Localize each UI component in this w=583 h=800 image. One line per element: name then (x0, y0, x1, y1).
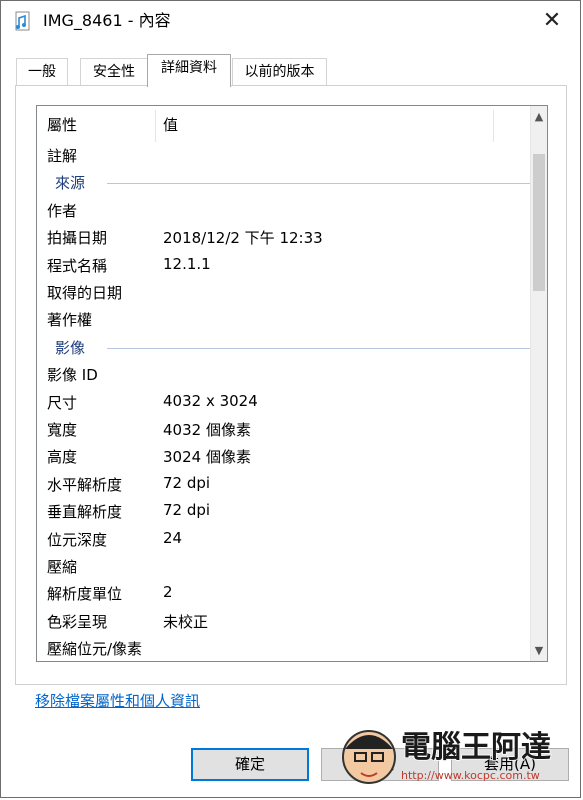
tab-general[interactable]: 一般 (16, 58, 68, 85)
tab-details[interactable]: 詳細資料 (147, 54, 231, 87)
property-name: 取得的日期 (47, 284, 123, 302)
property-name: 壓縮 (47, 558, 78, 576)
scroll-down-icon[interactable]: ▼ (531, 642, 547, 659)
property-name: 色彩呈現 (47, 612, 108, 631)
property-row[interactable]: 壓縮 (37, 553, 531, 580)
property-name: 註解 (47, 147, 78, 165)
property-value: 12.1.1 (163, 254, 211, 273)
property-name: 程式名稱 (47, 256, 108, 275)
scroll-up-icon[interactable]: ▲ (531, 108, 547, 125)
property-value: 4032 x 3024 (163, 391, 258, 410)
property-value: 未校正 (163, 612, 209, 631)
property-row[interactable]: 拍攝日期 2018/12/2 下午 12:33 (37, 224, 531, 251)
details-panel: 屬性 值 註解來源作者拍攝日期 2018/12/2 下午 12:33 程式名稱 12.… (15, 85, 567, 685)
property-row[interactable]: 程式名稱 12.1.1 (37, 252, 531, 279)
column-divider[interactable] (493, 110, 494, 142)
property-row[interactable]: 位元深度 24 (37, 526, 531, 553)
property-row[interactable]: 垂直解析度 72 dpi (37, 498, 531, 525)
window-title: IMG_8461 - 內容 (43, 11, 171, 30)
property-row[interactable]: 尺寸 4032 x 3024 (37, 389, 531, 416)
property-name: 位元深度 (47, 530, 108, 549)
vertical-scrollbar[interactable]: ▲ ▼ (530, 106, 547, 661)
ok-button[interactable]: 確定 (191, 748, 309, 781)
property-name: 尺寸 (47, 393, 78, 412)
property-rows: 註解來源作者拍攝日期 2018/12/2 下午 12:33 程式名稱 12.1.1 取得… (37, 142, 531, 661)
property-row[interactable]: 作者 (37, 197, 531, 224)
property-name: 壓縮位元/像素 (47, 640, 143, 659)
property-list: 屬性 值 註解來源作者拍攝日期 2018/12/2 下午 12:33 程式名稱 12.… (36, 105, 548, 662)
property-name: 垂直解析度 (47, 503, 123, 522)
scrollbar-thumb[interactable] (533, 154, 545, 291)
property-name: 解析度單位 (47, 585, 123, 604)
property-name: 著作權 (47, 311, 93, 330)
property-name: 作者 (47, 201, 78, 220)
property-row[interactable]: 著作權 (37, 306, 531, 333)
column-header-property[interactable]: 屬性 (47, 114, 77, 135)
watermark-url: http://www.kocpc.com.tw (401, 769, 540, 782)
group-divider (107, 347, 531, 349)
property-value: 24 (163, 528, 183, 547)
property-value: 72 dpi (163, 501, 211, 520)
photo-file-icon (15, 11, 30, 31)
property-row[interactable]: 壓縮位元/像素 (37, 635, 531, 661)
remove-properties-link[interactable]: 移除檔案屬性和個人資訊 (35, 690, 200, 711)
column-header-value[interactable]: 值 (163, 114, 178, 135)
column-divider[interactable] (155, 110, 156, 142)
title-bar: IMG_8461 - 內容 ✕ (1, 1, 580, 41)
property-row[interactable]: 註解 (37, 142, 531, 169)
property-row[interactable]: 高度 3024 個像素 (37, 443, 531, 470)
property-value: 4032 個像素 (163, 421, 251, 439)
watermark-logo: 電腦王阿達 http://www.kocpc.com.tw (342, 729, 552, 784)
group-header[interactable]: 影像 (37, 334, 531, 361)
property-name: 影像 ID (47, 366, 98, 385)
group-label: 來源 (55, 172, 94, 194)
group-label: 影像 (55, 336, 94, 358)
property-name: 水平解析度 (47, 475, 123, 494)
property-row[interactable]: 水平解析度 72 dpi (37, 471, 531, 498)
group-header[interactable]: 來源 (37, 169, 531, 196)
property-row[interactable]: 影像 ID (37, 361, 531, 388)
property-value: 3024 個像素 (163, 448, 251, 467)
properties-dialog: IMG_8461 - 內容 ✕ 一般 安全性 詳細資料 以前的版本 屬性 值 註… (0, 0, 581, 798)
property-row[interactable]: 寬度 4032 個像素 (37, 416, 531, 443)
property-row[interactable]: 取得的日期 (37, 279, 531, 306)
close-button[interactable]: ✕ (538, 8, 566, 34)
property-value: 2 (163, 583, 173, 602)
property-value: 2018/12/2 下午 12:33 (163, 229, 323, 248)
list-header: 屬性 值 (37, 106, 531, 142)
property-value: 72 dpi (163, 473, 211, 492)
property-name: 高度 (47, 448, 78, 467)
watermark-name: 電腦王阿達 (401, 730, 551, 765)
property-row[interactable]: 色彩呈現 未校正 (37, 608, 531, 635)
tab-security[interactable]: 安全性 (80, 58, 148, 85)
property-name: 寬度 (47, 421, 78, 439)
group-divider (107, 183, 531, 185)
property-row[interactable]: 解析度單位 2 (37, 580, 531, 607)
tab-previous-versions[interactable]: 以前的版本 (232, 58, 327, 85)
property-name: 拍攝日期 (47, 229, 108, 248)
